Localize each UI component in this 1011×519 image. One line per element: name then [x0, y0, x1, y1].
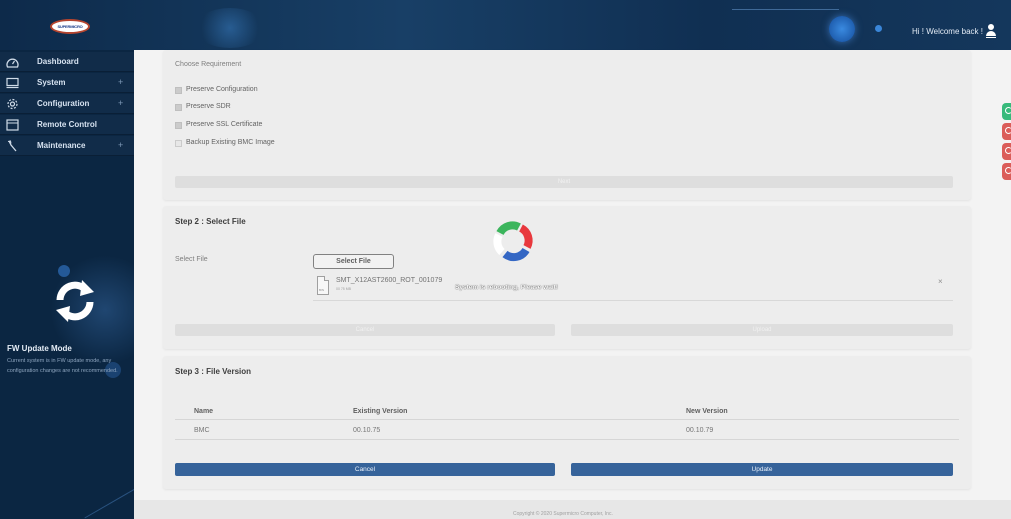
expand-plus-icon[interactable]: + — [118, 140, 123, 150]
dashboard-icon — [6, 58, 19, 68]
sidebar-item-system[interactable]: System + — [0, 73, 134, 93]
remote-control-icon — [6, 119, 19, 131]
top-header: SUPERMICRO Hi ! Welcome back ! — [0, 0, 1011, 50]
wrench-icon — [7, 140, 17, 152]
fw-mode-title: FW Update Mode — [7, 344, 72, 353]
reboot-message: System is rebooting, Please wait! — [455, 284, 558, 291]
expand-plus-icon[interactable]: + — [118, 77, 123, 87]
loading-spinner-icon — [493, 221, 533, 262]
reboot-overlay — [134, 50, 1011, 519]
supermicro-logo[interactable]: SUPERMICRO — [50, 19, 90, 34]
welcome-text: Hi ! Welcome back ! — [912, 27, 983, 36]
expand-plus-icon[interactable]: + — [118, 98, 123, 108]
sidebar-item-dashboard[interactable]: Dashboard — [0, 52, 134, 72]
user-icon[interactable] — [986, 24, 996, 38]
sidebar: Dashboard System + Configuration + Remot… — [0, 50, 134, 519]
monitor-icon — [6, 77, 19, 89]
gear-icon — [7, 98, 18, 110]
sidebar-item-remote-control[interactable]: Remote Control — [0, 115, 134, 135]
fw-update-refresh-icon — [56, 280, 94, 322]
decorative-dot — [875, 25, 882, 32]
decorative-orb — [829, 16, 855, 42]
fw-mode-description: Current system is in FW update mode, any… — [7, 358, 118, 374]
sidebar-item-maintenance[interactable]: Maintenance + — [0, 136, 134, 156]
sidebar-item-configuration[interactable]: Configuration + — [0, 94, 134, 114]
